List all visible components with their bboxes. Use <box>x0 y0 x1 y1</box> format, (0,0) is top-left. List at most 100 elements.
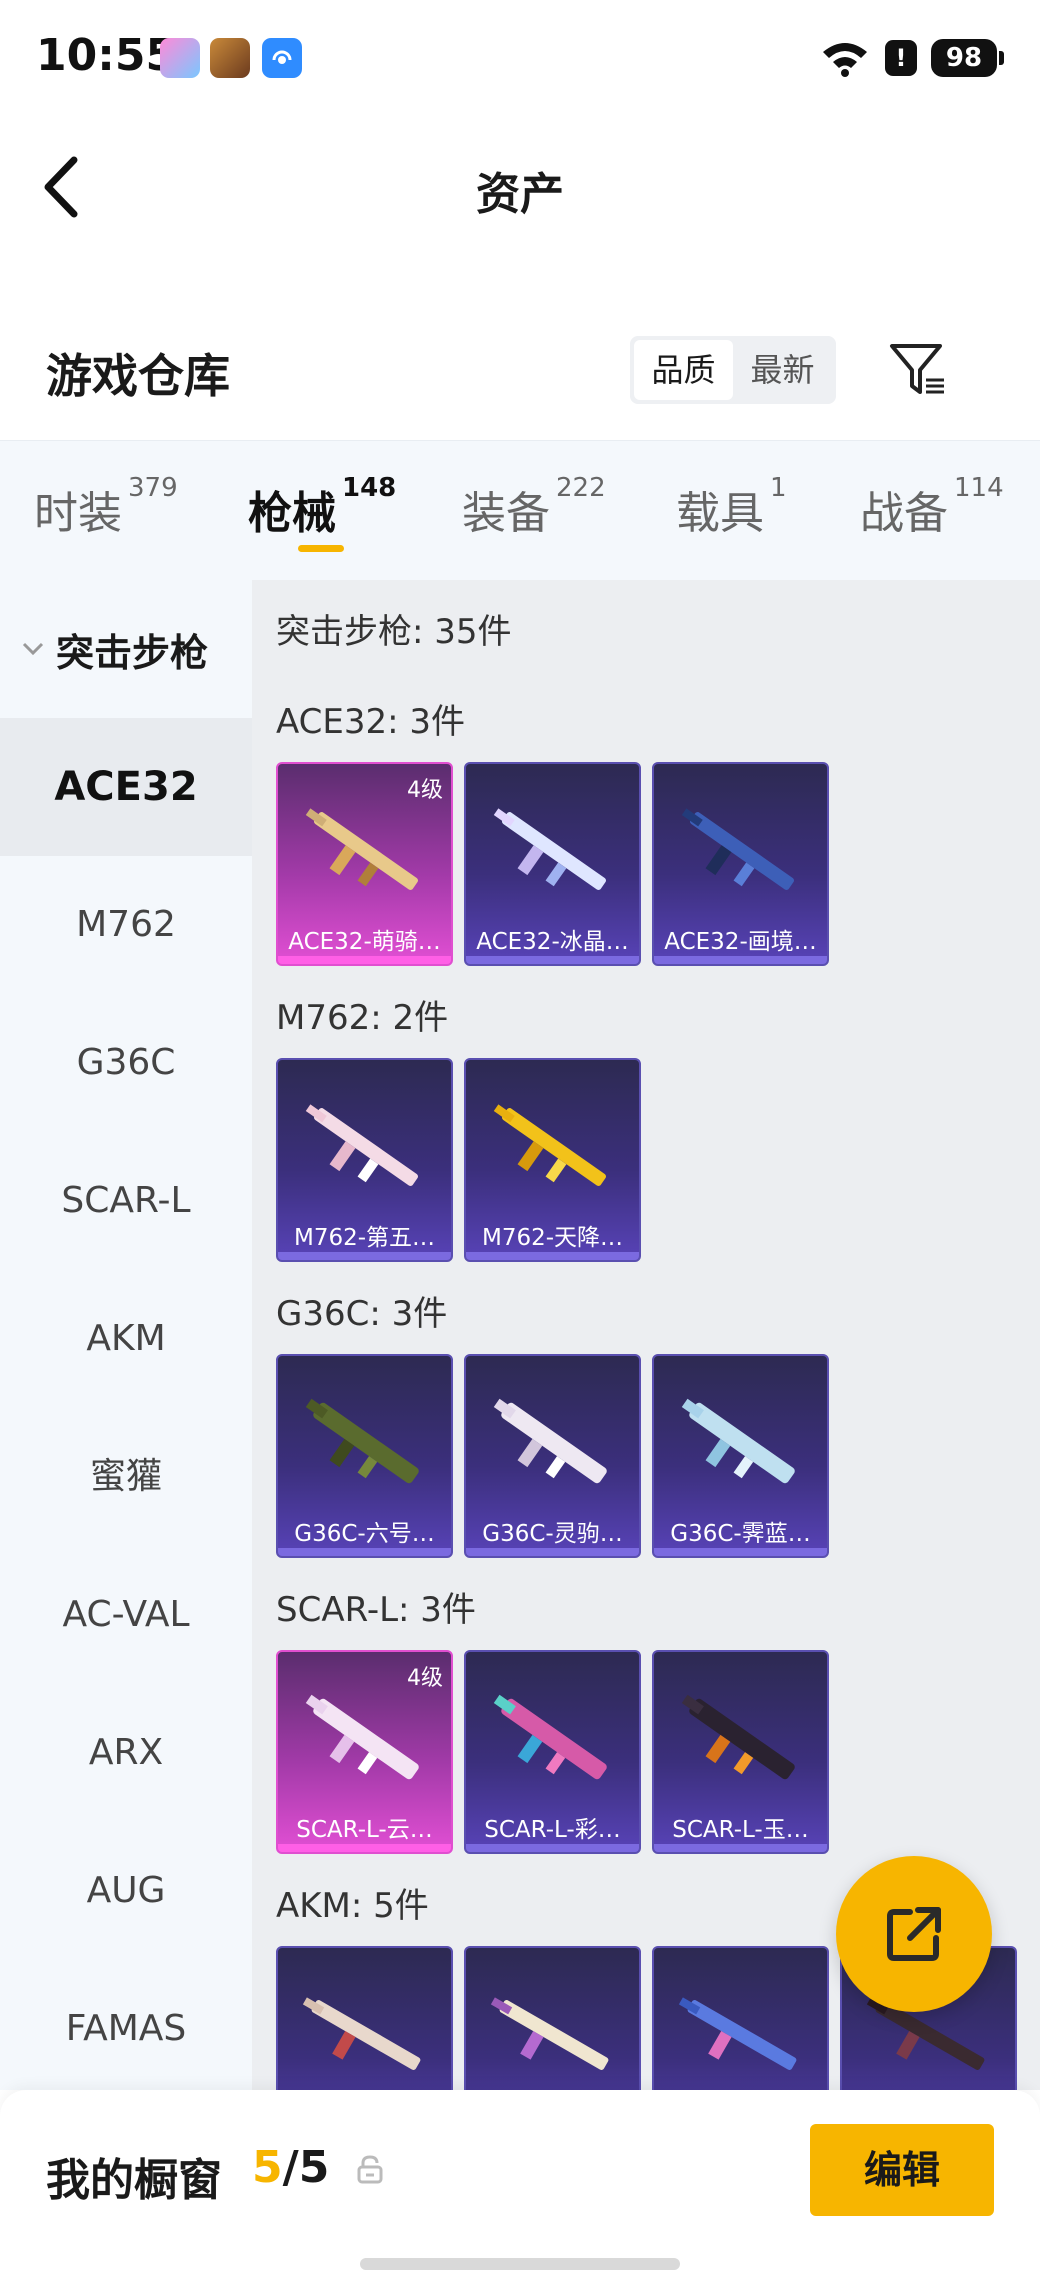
item-card[interactable]: SCAR-L-玉… <box>652 1650 829 1854</box>
item-card[interactable]: G36C-灵驹… <box>464 1354 641 1558</box>
tab-equipment[interactable]: 装备 222 <box>462 473 606 541</box>
rifle-skin-icon <box>678 1997 797 2070</box>
battery-level: 98 <box>931 39 997 77</box>
rarity-bar <box>654 1844 827 1852</box>
rifle-skin-icon <box>305 1104 418 1186</box>
sidebar-group-label: 突击步枪 <box>56 630 209 675</box>
item-name: G36C-霁蓝… <box>670 1521 811 1547</box>
item-card[interactable]: SCAR-L-彩… <box>464 1650 641 1854</box>
tab-count: 1 <box>770 473 787 503</box>
status-right: ! 98 <box>819 38 1004 78</box>
rarity-bar <box>278 1548 451 1556</box>
rarity-bar <box>466 1548 639 1556</box>
section-title: SCAR-L: 3件 <box>276 1590 476 1630</box>
category-total: 突击步枪: 35件 <box>276 612 512 652</box>
item-card[interactable]: G36C-霁蓝… <box>652 1354 829 1558</box>
showcase-label: 我的橱窗 <box>46 2155 222 2206</box>
sidebar-item-ace32[interactable]: ACE32 <box>0 718 252 856</box>
game-avatar-icon <box>210 38 250 78</box>
chevron-down-icon <box>22 642 44 656</box>
item-card[interactable] <box>652 1946 829 2090</box>
alert-icon: ! <box>885 40 917 76</box>
sort-toggle: 品质 最新 <box>630 336 836 404</box>
page-title: 资产 <box>476 169 564 220</box>
sidebar-item-honey-badger[interactable]: 蜜獾 <box>0 1408 252 1546</box>
item-name: M762-天降… <box>481 1225 624 1251</box>
item-card[interactable]: G36C-六号… <box>276 1354 453 1558</box>
rifle-skin-icon <box>493 808 606 890</box>
sidebar-item-arx[interactable]: ARX <box>0 1684 252 1822</box>
header: 资产 <box>0 120 1040 250</box>
item-name: G36C-六号… <box>294 1521 435 1547</box>
tab-label: 战备 <box>860 488 948 539</box>
section-title: M762: 2件 <box>276 998 449 1038</box>
sidebar: 突击步枪 ACE32 M762 G36C SCAR-L AKM 蜜獾 AC-VA… <box>0 580 252 2090</box>
item-card[interactable]: M762-第五… <box>276 1058 453 1262</box>
rarity-bar <box>466 1252 639 1260</box>
tab-count: 222 <box>556 473 606 503</box>
sidebar-item-m762[interactable]: M762 <box>0 856 252 994</box>
battery-tip <box>999 51 1004 65</box>
section-title: ACE32: 3件 <box>276 702 466 742</box>
rarity-bar <box>466 1844 639 1852</box>
active-tab-indicator <box>298 545 344 552</box>
tab-label: 装备 <box>462 488 550 539</box>
tab-count: 379 <box>128 473 178 503</box>
tab-vehicles[interactable]: 载具 1 <box>676 473 787 541</box>
item-name: SCAR-L-云… <box>296 1817 433 1843</box>
rifle-skin-icon <box>681 1398 795 1484</box>
share-fab-button[interactable] <box>836 1856 992 2012</box>
showcase-current: 5 <box>252 2142 283 2193</box>
item-name: SCAR-L-玉… <box>672 1817 809 1843</box>
item-name: ACE32-画境… <box>664 929 817 955</box>
battery-icon: 98 <box>931 39 1004 77</box>
status-time: 10:55 <box>36 30 177 81</box>
hotspot-app-icon <box>262 38 302 78</box>
sidebar-item-aug[interactable]: AUG <box>0 1822 252 1960</box>
item-name: G36C-灵驹… <box>482 1521 623 1547</box>
item-level-badge: 4级 <box>407 1666 443 1691</box>
tab-count: 148 <box>342 473 397 503</box>
share-external-icon <box>887 1907 941 1961</box>
tab-supplies[interactable]: 战备 114 <box>860 473 1004 541</box>
filter-icon[interactable] <box>888 340 948 400</box>
app-icon-1 <box>160 38 200 78</box>
rifle-skin-icon <box>681 808 794 890</box>
sort-latest-button[interactable]: 最新 <box>733 340 832 400</box>
item-card[interactable]: ACE32-画境… <box>652 762 829 966</box>
item-card[interactable]: M762-天降… <box>464 1058 641 1262</box>
sidebar-item-g36c[interactable]: G36C <box>0 994 252 1132</box>
edit-button[interactable]: 编辑 <box>810 2124 994 2216</box>
sidebar-item-famas[interactable]: FAMAS <box>0 1960 252 2098</box>
tab-label: 时装 <box>34 488 122 539</box>
item-card[interactable]: ACE32-冰晶… <box>464 762 641 966</box>
showcase-bar: 我的橱窗 5/5 编辑 <box>0 2090 1040 2295</box>
section-title: AKM: 5件 <box>276 1886 429 1926</box>
rarity-bar <box>278 1252 451 1260</box>
item-card[interactable]: 4级 ACE32-萌骑… <box>276 762 453 966</box>
tab-fashion[interactable]: 时装 379 <box>34 473 178 541</box>
item-card[interactable] <box>464 1946 641 2090</box>
home-indicator[interactable] <box>360 2258 680 2270</box>
sidebar-group-assault-rifles[interactable]: 突击步枪 <box>0 580 252 718</box>
rifle-skin-icon <box>493 1398 607 1484</box>
item-name: SCAR-L-彩… <box>484 1817 621 1843</box>
rarity-bar <box>278 956 451 964</box>
rarity-bar <box>654 1548 827 1556</box>
showcase-separator: / <box>282 2142 299 2193</box>
sidebar-item-akm[interactable]: AKM <box>0 1270 252 1408</box>
rifle-skin-icon <box>493 1104 606 1186</box>
rarity-bar <box>466 956 639 964</box>
rarity-bar <box>278 1844 451 1852</box>
item-card[interactable]: 4级 SCAR-L-云… <box>276 1650 453 1854</box>
sort-quality-button[interactable]: 品质 <box>634 340 733 400</box>
item-card[interactable] <box>276 1946 453 2090</box>
rifle-skin-icon <box>302 1997 421 2070</box>
rifle-skin-icon <box>305 808 418 890</box>
tab-label: 载具 <box>676 488 764 539</box>
tab-guns[interactable]: 枪械 148 <box>248 473 396 541</box>
showcase-total: 5 <box>298 2142 330 2193</box>
tab-count: 114 <box>954 473 1004 503</box>
sidebar-item-ac-val[interactable]: AC-VAL <box>0 1546 252 1684</box>
sidebar-item-scar-l[interactable]: SCAR-L <box>0 1132 252 1270</box>
